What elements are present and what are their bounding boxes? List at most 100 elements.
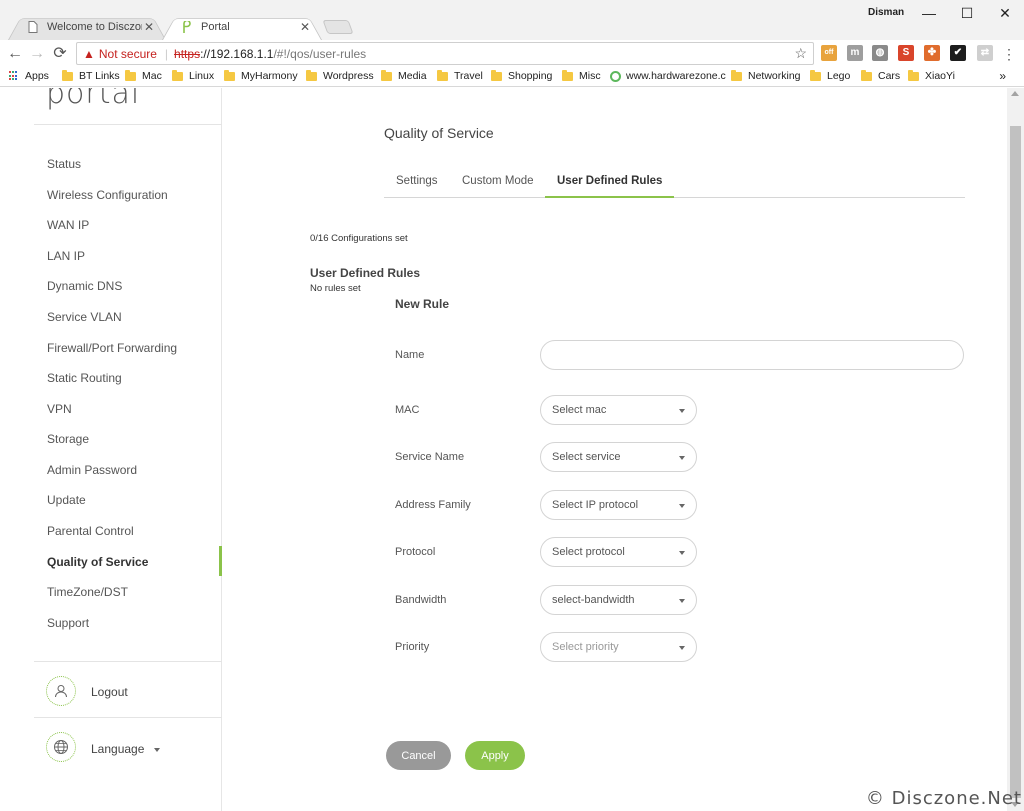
bookmark-folder[interactable]: Networking [731,69,801,82]
portal-favicon-icon [180,20,194,34]
title-bar: Welcome to Disczone! - ✕ Portal ✕ Disman… [0,0,1024,40]
sidebar-item-wireless-configuration[interactable]: Wireless Configuration [47,188,168,202]
select-value: Select mac [552,404,607,416]
browser-tab-disczone[interactable]: Welcome to Disczone! - ✕ [8,14,166,40]
bookmarks-overflow-icon[interactable]: » [999,69,1006,83]
chrome-menu-icon[interactable]: ⋮ [999,44,1019,64]
s-extension-icon[interactable]: S [898,45,914,61]
bookmark-label: Media [398,70,427,82]
select-value: Select service [552,451,621,463]
sidebar-item-parental-control[interactable]: Parental Control [47,524,134,538]
language-selector[interactable]: Language [91,742,161,756]
folder-icon [224,69,235,81]
bookmark-folder[interactable]: Linux [172,69,214,82]
bookmark-folder[interactable]: Shopping [491,69,552,82]
sidebar-item-timezone-dst[interactable]: TimeZone/DST [47,585,128,599]
sidebar-item-admin-password[interactable]: Admin Password [47,463,137,477]
bookmark-folder[interactable]: BT Links [62,69,120,82]
ghost-extension-icon[interactable]: ◍ [872,45,888,61]
tab-label: Settings [396,175,438,187]
bookmark-star-icon[interactable]: ☆ [794,45,807,62]
gray-extension-icon[interactable]: m [847,45,863,61]
url-scheme: https [174,46,201,61]
folder-icon [437,69,448,81]
bookmark-folder[interactable]: Wordpress [306,69,374,82]
section-heading: User Defined Rules [310,266,421,280]
user-icon[interactable] [46,676,76,706]
address-family-label: Address Family [395,499,471,511]
bookmark-folder[interactable]: XiaoYi [908,69,955,82]
clover-extension-icon[interactable]: ✤ [924,45,940,61]
sidebar-item-update[interactable]: Update [47,493,86,507]
sidebar-item-support[interactable]: Support [47,616,89,630]
sidebar-item-static-routing[interactable]: Static Routing [47,371,122,385]
bookmark-folder[interactable]: Lego [810,69,850,82]
bookmark-folder[interactable]: Mac [125,69,162,82]
sidebar-item-dynamic-dns[interactable]: Dynamic DNS [47,279,122,293]
tab-settings[interactable]: Settings [384,174,450,198]
new-rule-heading: New Rule [395,297,450,311]
maximize-icon[interactable]: ☐ [952,2,982,24]
priority-label: Priority [395,641,430,653]
name-input[interactable] [540,340,964,370]
logout-link[interactable]: Logout [91,685,128,699]
forward-icon[interactable]: → [27,44,47,64]
back-icon[interactable]: ← [5,44,25,64]
sidebar-item-status[interactable]: Status [47,157,81,171]
bookmark-folder[interactable]: Cars [861,69,900,82]
sidebar-item-wan-ip[interactable]: WAN IP [47,218,89,232]
cast-icon[interactable]: ⇄ [977,45,993,61]
close-tab-icon[interactable]: ✕ [142,20,156,34]
reload-icon[interactable]: ⟳ [50,44,70,64]
bookmark-label: Apps [25,70,49,82]
scroll-up-icon[interactable] [1011,91,1019,96]
folder-icon [62,69,73,81]
bookmark-folder[interactable]: Misc [562,69,601,82]
bookmark-folder[interactable]: MyHarmony [224,69,298,82]
bookmark-apps[interactable]: Apps [9,70,49,82]
mac-label: MAC [395,404,420,416]
sidebar-item-service-vlan[interactable]: Service VLAN [47,310,122,324]
bookmark-folder[interactable]: Media [381,69,427,82]
bookmark-hardwarezone[interactable]: www.hardwarezone.c [610,70,726,82]
apps-grid-icon [9,71,19,81]
browser-tab-portal[interactable]: Portal ✕ [162,14,322,40]
warning-icon[interactable]: ▲ [83,47,95,61]
priority-select[interactable]: Select priority [540,632,697,662]
tab-user-defined-rules[interactable]: User Defined Rules [545,174,675,198]
bandwidth-select[interactable]: select-bandwidth [540,585,697,615]
close-tab-icon[interactable]: ✕ [298,20,312,34]
script-icon[interactable]: off [821,45,837,61]
configurations-count: 0/16 Configurations set [310,233,408,244]
sidebar-item-quality-of-service[interactable]: Quality of Service [47,555,148,569]
not-secure-label[interactable]: Not secure [99,47,157,61]
tab-custom-mode[interactable]: Custom Mode [450,174,546,198]
minimize-icon[interactable]: — [914,2,944,24]
sidebar-item-vpn[interactable]: VPN [47,402,72,416]
window-user-name[interactable]: Disman [868,7,905,18]
protocol-select[interactable]: Select protocol [540,537,697,567]
globe-icon[interactable] [46,732,76,762]
folder-icon [731,69,742,81]
chevron-down-icon [679,551,685,555]
apply-button[interactable]: Apply [465,741,525,770]
check-extension-icon[interactable]: ✔ [950,45,966,61]
folder-icon [908,69,919,81]
service-select[interactable]: Select service [540,442,697,472]
sidebar-item-lan-ip[interactable]: LAN IP [47,249,85,263]
scrollbar-thumb[interactable] [1010,126,1021,798]
address-family-select[interactable]: Select IP protocol [540,490,697,520]
active-item-indicator [219,546,222,576]
bookmark-folder[interactable]: Travel [437,69,483,82]
close-window-icon[interactable]: ✕ [990,2,1020,24]
new-tab-button[interactable] [322,20,354,34]
select-value: Select IP protocol [552,499,639,511]
folder-icon [125,69,136,81]
sidebar-item-storage[interactable]: Storage [47,432,89,446]
sidebar-item-firewall-port-forwarding[interactable]: Firewall/Port Forwarding [47,341,177,355]
cancel-button[interactable]: Cancel [386,741,451,770]
page-scrollbar[interactable] [1007,88,1024,811]
address-bar[interactable]: ▲ Not secure | https ://192.168.1.1 /#!/… [76,42,814,65]
mac-select[interactable]: Select mac [540,395,697,425]
bookmarks-bar: Apps BT Links Mac Linux MyHarmony Wordpr… [0,67,1024,87]
